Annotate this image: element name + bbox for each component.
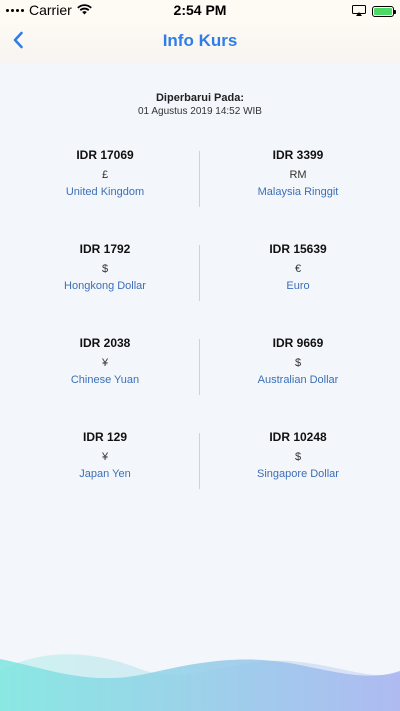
currency-name: Malaysia Ringgit (257, 186, 339, 198)
rate-value: IDR 9669 (272, 336, 324, 350)
rate-value: IDR 2038 (79, 336, 131, 350)
rate-item: IDR 2038 ¥ Chinese Yuan (5, 333, 205, 388)
rate-value: IDR 3399 (272, 148, 324, 162)
battery-charging-icon (372, 5, 396, 17)
rate-row: IDR 1792 $ Hongkong Dollar IDR 15639 € E… (0, 239, 400, 333)
screen-mirror-icon (352, 3, 366, 19)
rate-item: IDR 15639 € Euro (198, 239, 398, 294)
currency-name: Euro (286, 280, 310, 292)
currency-symbol: ¥ (101, 357, 109, 369)
currency-symbol: $ (294, 357, 302, 369)
currency-name: Japan Yen (79, 468, 131, 480)
currency-symbol: £ (101, 169, 109, 181)
rate-row: IDR 17069 £ United Kingdom IDR 3399 RM M… (0, 145, 400, 239)
status-bar: Carrier 2:54 PM (0, 0, 400, 20)
nav-bar: Info Kurs (0, 20, 400, 64)
rate-value: IDR 17069 (76, 148, 134, 162)
rate-item: IDR 10248 $ Singapore Dollar (198, 427, 398, 482)
rate-value: IDR 15639 (269, 242, 327, 256)
rate-row: IDR 129 ¥ Japan Yen IDR 10248 $ Singapor… (0, 427, 400, 521)
currency-symbol: $ (101, 263, 109, 275)
currency-symbol: RM (289, 169, 307, 181)
currency-name: Australian Dollar (257, 374, 339, 386)
rate-item: IDR 1792 $ Hongkong Dollar (5, 239, 205, 294)
rate-item: IDR 129 ¥ Japan Yen (5, 427, 205, 482)
currency-name: United Kingdom (65, 186, 145, 198)
rate-row: IDR 2038 ¥ Chinese Yuan IDR 9669 $ Austr… (0, 333, 400, 427)
rate-item: IDR 3399 RM Malaysia Ringgit (198, 145, 398, 200)
rate-value: IDR 1792 (79, 242, 131, 256)
exchange-rate-grid: IDR 17069 £ United Kingdom IDR 3399 RM M… (0, 145, 400, 521)
updated-timestamp: 01 Agustus 2019 14:52 WIB (138, 106, 262, 117)
currency-symbol: € (294, 263, 302, 275)
currency-name: Singapore Dollar (257, 468, 339, 480)
rate-item: IDR 9669 $ Australian Dollar (198, 333, 398, 388)
currency-name: Hongkong Dollar (64, 280, 146, 292)
rate-value: IDR 10248 (269, 430, 327, 444)
page-title: Info Kurs (162, 31, 238, 50)
status-time: 2:54 PM (173, 2, 227, 18)
updated-label: Diperbarui Pada: (155, 92, 245, 104)
status-right (352, 3, 396, 19)
currency-name: Chinese Yuan (70, 374, 140, 386)
currency-symbol: $ (294, 451, 302, 463)
wave-decoration (0, 654, 400, 711)
rate-item: IDR 17069 £ United Kingdom (5, 145, 205, 200)
currency-symbol: ¥ (101, 451, 109, 463)
rate-value: IDR 129 (82, 430, 128, 444)
